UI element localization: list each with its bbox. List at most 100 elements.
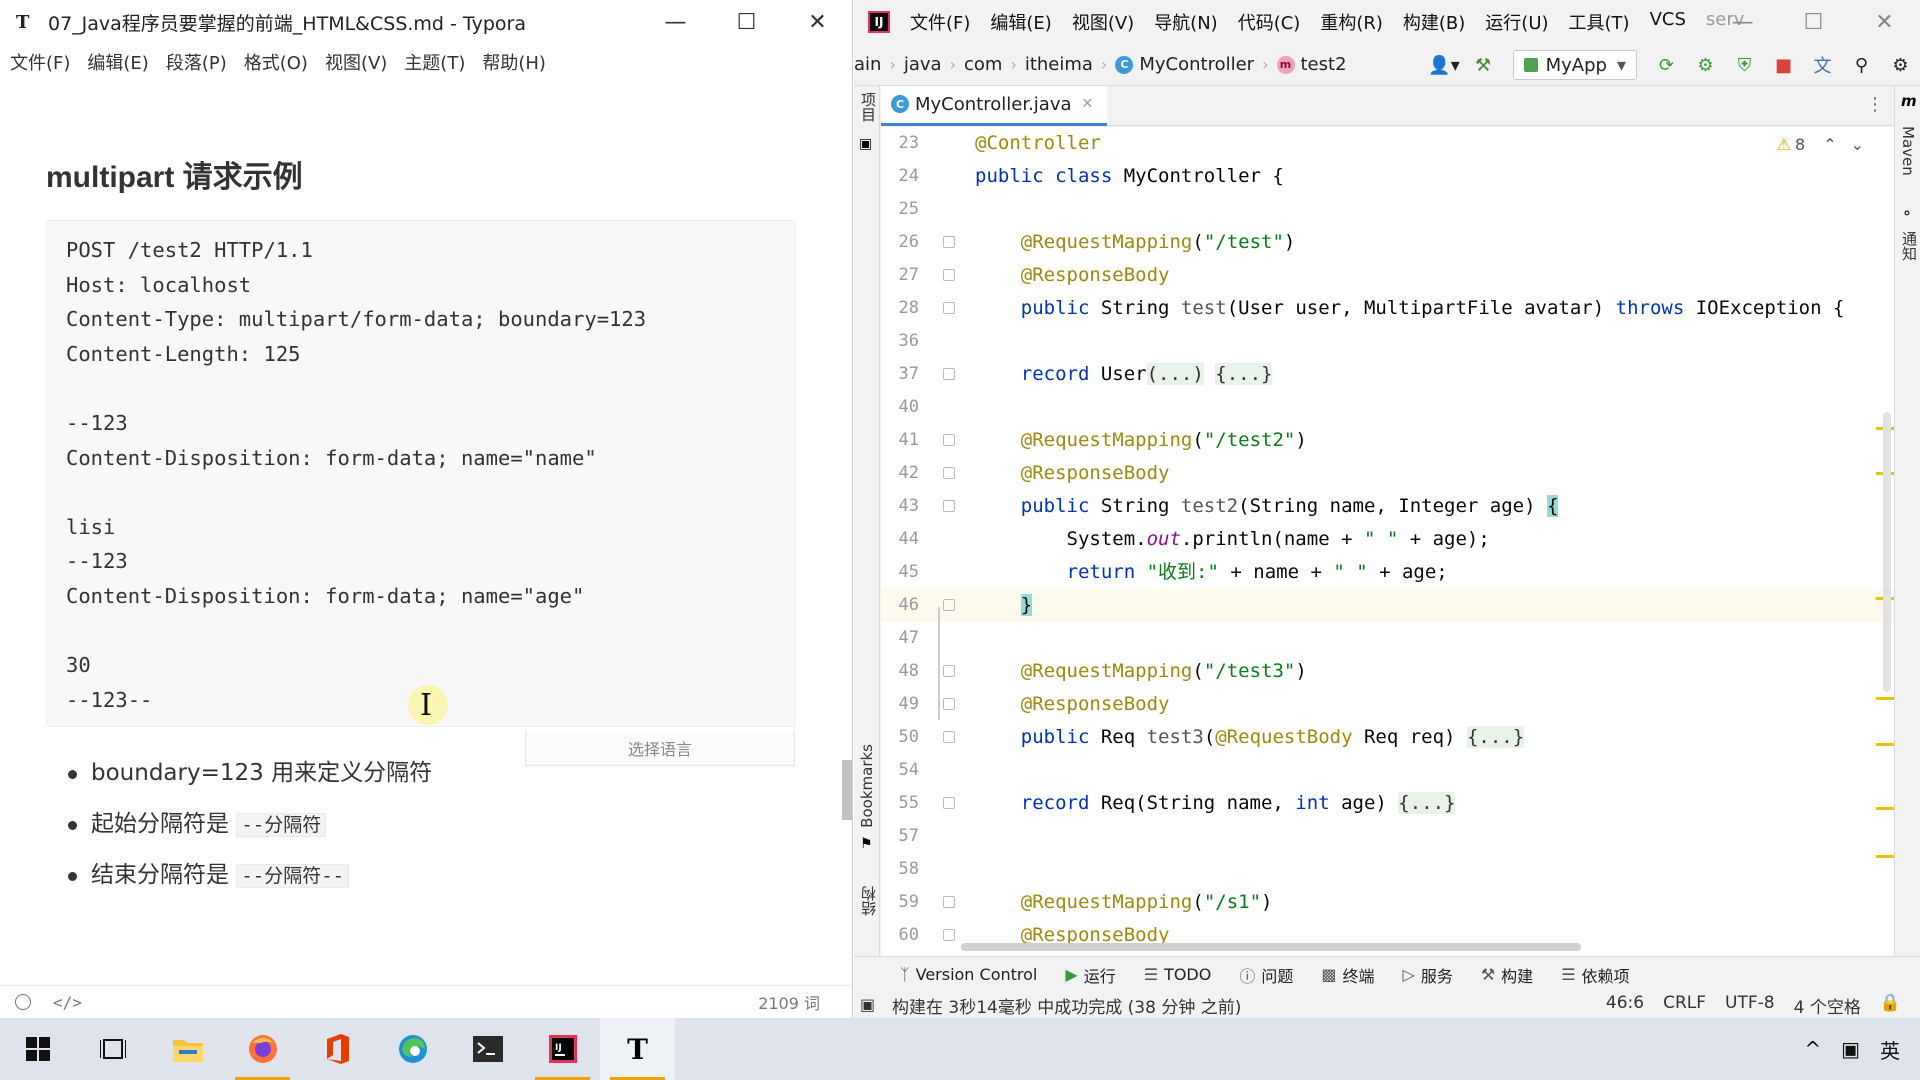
word-count[interactable]: 2109 词 (758, 990, 820, 1014)
search-icon[interactable]: ⚲ (1842, 44, 1881, 86)
fold-marker[interactable] (943, 368, 955, 380)
bookmarks-tool-button[interactable]: Bookmarks (858, 744, 876, 828)
breadcrumb-item[interactable]: com (964, 54, 1002, 75)
menu-paragraph[interactable]: 段落(P) (166, 49, 227, 75)
firefox-icon[interactable] (225, 1018, 300, 1080)
fold-marker[interactable] (943, 698, 955, 710)
breadcrumb-item[interactable]: test2 (1301, 54, 1347, 75)
project-tool-button[interactable]: 项目 (858, 92, 879, 122)
rerun-icon[interactable]: ⟳ (1647, 44, 1686, 86)
ij-maximize-button[interactable]: ☐ (1778, 0, 1849, 44)
fold-marker[interactable] (943, 302, 955, 314)
problems-tab[interactable]: ⓘ 问题 (1239, 963, 1293, 987)
ij-menu-file[interactable]: 文件(F) (910, 9, 970, 35)
line-separator[interactable]: CRLF (1663, 993, 1706, 1018)
input-method-icon[interactable]: ▣ (1841, 1037, 1860, 1061)
folder-icon[interactable]: ▣ (859, 136, 872, 152)
ij-minimize-button[interactable]: — (1707, 0, 1778, 44)
build-tab[interactable]: ⚒ 构建 (1481, 963, 1533, 987)
warning-stripe-marker[interactable] (1876, 697, 1894, 700)
user-icon[interactable]: 👤▾ (1425, 44, 1464, 86)
more-vert-icon[interactable]: ⋮ (1866, 94, 1884, 115)
vertical-scrollbar[interactable] (1883, 412, 1891, 692)
maven-tool-button[interactable]: Maven (1899, 126, 1917, 176)
document-content[interactable]: multipart 请求示例 POST /test2 HTTP/1.1 Host… (0, 80, 840, 980)
close-button[interactable]: ✕ (782, 0, 852, 44)
file-explorer-icon[interactable] (150, 1018, 225, 1080)
code-editor[interactable]: ⚠ 8 ⌃ ⌄ 23 @Controller 24 public class MyC… (881, 127, 1894, 956)
warning-stripe-marker[interactable] (1876, 807, 1894, 810)
breadcrumb-item[interactable]: itheima (1025, 54, 1093, 75)
ij-menu-build[interactable]: 构建(B) (1403, 9, 1465, 35)
minimize-button[interactable]: — (640, 0, 711, 44)
todo-tab[interactable]: ☰ TODO (1144, 965, 1212, 984)
ij-close-button[interactable]: ✕ (1849, 0, 1920, 44)
fold-marker[interactable] (943, 731, 955, 743)
edge-icon[interactable] (375, 1018, 450, 1080)
ij-menu-tools[interactable]: 工具(T) (1569, 9, 1630, 35)
warning-stripe-marker[interactable] (1876, 855, 1894, 858)
ij-menu-edit[interactable]: 编辑(E) (990, 9, 1051, 35)
intellij-icon[interactable]: IJ (525, 1018, 600, 1080)
stop-icon[interactable]: ■ (1764, 44, 1803, 86)
fold-marker[interactable] (943, 269, 955, 281)
translate-icon[interactable]: 文 (1803, 44, 1842, 86)
fold-marker[interactable] (943, 797, 955, 809)
panel-toggle-icon[interactable]: ▣ (860, 995, 875, 1014)
fold-marker[interactable] (943, 236, 955, 248)
menu-format[interactable]: 格式(O) (244, 49, 308, 75)
horizontal-scrollbar[interactable] (961, 943, 1581, 951)
office-icon[interactable] (300, 1018, 375, 1080)
typora-icon[interactable]: T (600, 1018, 675, 1080)
menu-view[interactable]: 视图(V) (325, 49, 387, 75)
caret-position[interactable]: 46:6 (1606, 993, 1644, 1018)
language-select[interactable]: 选择语言 (525, 730, 795, 766)
menu-file[interactable]: 文件(F) (10, 49, 70, 75)
status-message[interactable]: 构建在 3秒14毫秒 中成功完成 (38 分钟 之前) (892, 993, 1241, 1018)
fold-marker[interactable] (943, 665, 955, 677)
file-encoding[interactable]: UTF-8 (1725, 993, 1775, 1018)
fold-marker[interactable] (943, 896, 955, 908)
task-view-icon[interactable] (75, 1018, 150, 1080)
ij-menu-run[interactable]: 运行(U) (1485, 9, 1548, 35)
coverage-icon[interactable]: ⛨ (1725, 44, 1764, 86)
ij-menu-view[interactable]: 视图(V) (1072, 9, 1134, 35)
fold-marker[interactable] (943, 434, 955, 446)
breadcrumb-item[interactable]: MyController (1139, 54, 1254, 75)
run-tab[interactable]: ▶ 运行 (1065, 963, 1115, 987)
terminal-icon[interactable] (450, 1018, 525, 1080)
ij-menu-refactor[interactable]: 重构(R) (1320, 9, 1383, 35)
gear-icon[interactable]: ⚙ (1881, 44, 1920, 86)
fold-marker[interactable] (943, 599, 955, 611)
menu-help[interactable]: 帮助(H) (482, 49, 546, 75)
version-control-tab[interactable]: ᛉ Version Control (900, 965, 1037, 984)
ij-menu-navigate[interactable]: 导航(N) (1154, 9, 1218, 35)
run-config-select[interactable]: MyApp ▾ (1512, 50, 1637, 80)
close-icon[interactable]: ✕ (1082, 96, 1094, 112)
tray-expand-icon[interactable]: ^ (1804, 1037, 1821, 1061)
notifications-tool-button[interactable]: 通知 (1899, 231, 1920, 261)
services-tab[interactable]: ▷ 服务 (1403, 963, 1453, 987)
ij-menu-vcs[interactable]: VCS (1650, 9, 1686, 35)
ij-menu-code[interactable]: 代码(C) (1238, 9, 1301, 35)
ime-language[interactable]: 英 (1880, 1035, 1900, 1064)
outline-toggle-icon[interactable] (15, 994, 31, 1010)
source-mode-toggle[interactable]: </> (53, 993, 82, 1012)
fold-marker[interactable] (943, 467, 955, 479)
menu-theme[interactable]: 主题(T) (404, 49, 465, 75)
menu-edit[interactable]: 编辑(E) (87, 49, 148, 75)
intellij-logo-icon[interactable]: IJ (868, 11, 890, 33)
breadcrumb-item[interactable]: ain (854, 54, 881, 75)
lock-icon[interactable]: 🔒 (1880, 993, 1901, 1018)
code-block[interactable]: POST /test2 HTTP/1.1 Host: localhost Con… (46, 220, 796, 727)
fold-marker[interactable] (943, 500, 955, 512)
tab-mycontroller[interactable]: C MyController.java ✕ (881, 85, 1108, 126)
indent-setting[interactable]: 4 个空格 (1794, 993, 1861, 1018)
maximize-button[interactable]: ☐ (711, 0, 782, 44)
scrollbar-thumb[interactable] (842, 760, 852, 820)
start-icon[interactable] (0, 1018, 75, 1080)
breadcrumb-item[interactable]: java (904, 54, 942, 75)
structure-tool-button[interactable]: 结构 (858, 886, 879, 916)
debug-icon[interactable]: ⚙ (1686, 44, 1725, 86)
fold-marker[interactable] (943, 929, 955, 941)
